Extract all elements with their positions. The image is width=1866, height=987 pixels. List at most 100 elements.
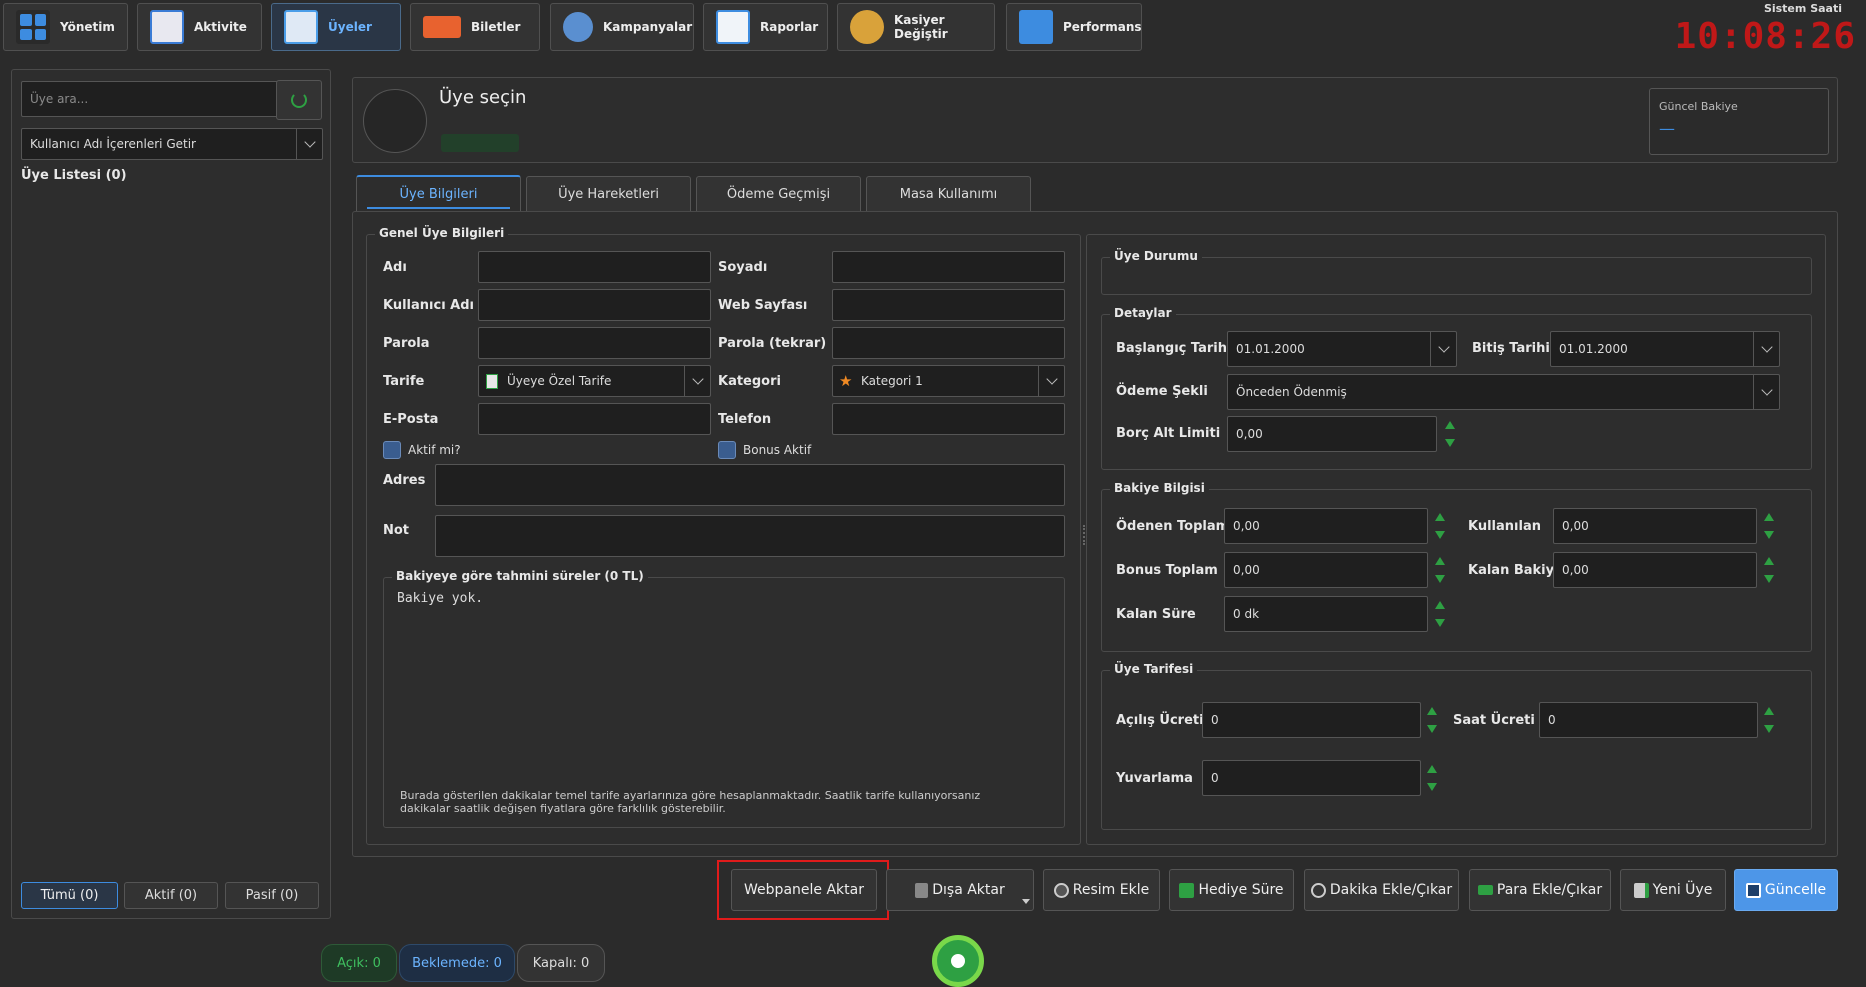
- end-date-picker[interactable]: 01.01.2000: [1550, 331, 1780, 367]
- remaining-balance-field[interactable]: 0,00: [1553, 552, 1757, 588]
- nav-uyeler-button[interactable]: Üyeler: [271, 3, 401, 51]
- search-filter-value: Kullanıcı Adı İçerenleri Getir: [30, 137, 196, 151]
- export-button[interactable]: Dışa Aktar: [886, 869, 1034, 911]
- opening-fee-label: Açılış Ücreti: [1116, 713, 1204, 728]
- used-value: 0,00: [1562, 519, 1589, 533]
- closed-count-badge: Kapalı: 0: [517, 944, 605, 982]
- name-field[interactable]: [478, 251, 711, 283]
- logo-inner: [947, 950, 969, 972]
- dropdown-arrow-icon: [1022, 899, 1030, 904]
- phone-label: Telefon: [718, 412, 772, 427]
- nav-label: Kasiyer Değiştir: [894, 13, 948, 41]
- tab-payment-history[interactable]: Ödeme Geçmişi: [696, 176, 861, 211]
- note-field[interactable]: [435, 515, 1065, 557]
- details-group: Detaylar Başlangıç Tarihi 01.01.2000 Bit…: [1101, 306, 1812, 470]
- debt-limit-field[interactable]: 0,00: [1227, 416, 1437, 452]
- balance-info-title: Bakiye Bilgisi: [1110, 481, 1209, 495]
- export-label: Dışa Aktar: [932, 882, 1005, 898]
- paid-total-stepper[interactable]: [1432, 510, 1448, 542]
- bonus-total-stepper[interactable]: [1432, 554, 1448, 586]
- tab-member-activity[interactable]: Üye Hareketleri: [526, 176, 691, 211]
- tab-label: Masa Kullanımı: [899, 186, 998, 202]
- tariff-value: Üyeye Özel Tarife: [507, 374, 612, 388]
- nav-kasiyer-button[interactable]: Kasiyer Değiştir: [837, 3, 995, 51]
- payment-method-select[interactable]: Önceden Ödenmiş: [1227, 374, 1780, 410]
- search-input[interactable]: Üye ara...: [21, 81, 279, 117]
- remaining-time-value: 0 dk: [1233, 607, 1260, 621]
- minutes-add-remove-button[interactable]: Dakika Ekle/Çıkar: [1304, 869, 1459, 911]
- surname-field[interactable]: [832, 251, 1065, 283]
- refresh-button[interactable]: [276, 80, 322, 120]
- password-label: Parola: [383, 336, 430, 351]
- start-date-value: 01.01.2000: [1236, 342, 1305, 356]
- rounding-field[interactable]: 0: [1202, 760, 1421, 796]
- bonus-total-label: Bonus Toplam: [1116, 563, 1218, 578]
- opening-fee-value: 0: [1211, 713, 1219, 727]
- website-field[interactable]: [832, 289, 1065, 321]
- remaining-time-stepper[interactable]: [1432, 598, 1448, 630]
- debt-limit-stepper[interactable]: [1442, 418, 1458, 450]
- password-repeat-field[interactable]: [832, 327, 1065, 359]
- nav-performans-button[interactable]: Performans: [1006, 3, 1142, 51]
- report-icon: [716, 10, 750, 44]
- app-logo: [932, 935, 984, 987]
- nav-yonetim-button[interactable]: Yönetim: [3, 3, 128, 51]
- nav-raporlar-button[interactable]: Raporlar: [703, 3, 828, 51]
- update-button[interactable]: Güncelle: [1734, 869, 1838, 911]
- filter-all-button[interactable]: Tümü (0): [21, 882, 118, 909]
- phone-field[interactable]: [832, 403, 1065, 435]
- new-member-button[interactable]: Yeni Üye: [1620, 869, 1726, 911]
- category-select[interactable]: ★ Kategori 1: [832, 365, 1065, 397]
- start-date-picker[interactable]: 01.01.2000: [1227, 331, 1457, 367]
- email-field[interactable]: [478, 403, 711, 435]
- address-field[interactable]: [435, 464, 1065, 506]
- password-repeat-label: Parola (tekrar): [718, 336, 827, 351]
- gift-time-button[interactable]: Hediye Süre: [1169, 869, 1294, 911]
- used-stepper[interactable]: [1761, 510, 1777, 542]
- tab-label: Üye Hareketleri: [558, 186, 659, 202]
- paid-total-value: 0,00: [1233, 519, 1260, 533]
- tariff-select[interactable]: Üyeye Özel Tarife: [478, 365, 711, 397]
- remaining-time-field[interactable]: 0 dk: [1224, 596, 1428, 632]
- chevron-down-icon: [1430, 332, 1456, 366]
- used-field[interactable]: 0,00: [1553, 508, 1757, 544]
- arrow-up-icon: [1764, 513, 1774, 521]
- rounding-stepper[interactable]: [1424, 762, 1440, 794]
- opening-fee-field[interactable]: 0: [1202, 702, 1421, 738]
- paid-total-field[interactable]: 0,00: [1224, 508, 1428, 544]
- filter-passive-label: Pasif (0): [245, 888, 299, 903]
- note-label: Not: [383, 523, 410, 538]
- nav-kampanyalar-button[interactable]: Kampanyalar: [550, 3, 694, 51]
- debt-limit-label: Borç Alt Limiti: [1116, 426, 1221, 441]
- opening-fee-stepper[interactable]: [1424, 704, 1440, 736]
- add-image-button[interactable]: Resim Ekle: [1043, 869, 1160, 911]
- filter-active-button[interactable]: Aktif (0): [124, 882, 218, 909]
- used-label: Kullanılan: [1468, 519, 1541, 534]
- chevron-down-icon: [1753, 375, 1779, 409]
- document-icon: [486, 374, 498, 389]
- bonus-checkbox[interactable]: [718, 441, 736, 459]
- active-checkbox[interactable]: [383, 441, 401, 459]
- hourly-fee-label: Saat Ücreti: [1453, 713, 1535, 728]
- arrow-down-icon: [1435, 531, 1445, 539]
- webpanel-export-button[interactable]: Webpanele Aktar: [731, 869, 877, 911]
- hourly-fee-field[interactable]: 0: [1539, 702, 1758, 738]
- nav-aktivite-button[interactable]: Aktivite: [137, 3, 262, 51]
- filter-passive-button[interactable]: Pasif (0): [225, 882, 319, 909]
- tab-member-info[interactable]: Üye Bilgileri: [356, 175, 521, 211]
- search-filter-select[interactable]: Kullanıcı Adı İçerenleri Getir: [21, 128, 323, 160]
- remaining-balance-label: Kalan Bakiye: [1468, 563, 1563, 578]
- arrow-down-icon: [1764, 725, 1774, 733]
- tab-table-usage[interactable]: Masa Kullanımı: [866, 176, 1031, 211]
- end-date-value: 01.01.2000: [1559, 342, 1628, 356]
- hourly-fee-stepper[interactable]: [1761, 704, 1777, 736]
- username-field[interactable]: [478, 289, 711, 321]
- money-add-remove-button[interactable]: Para Ekle/Çıkar: [1469, 869, 1611, 911]
- password-field[interactable]: [478, 327, 711, 359]
- nav-label: Yönetim: [60, 20, 115, 34]
- remaining-balance-stepper[interactable]: [1761, 554, 1777, 586]
- start-date-label: Başlangıç Tarihi: [1116, 341, 1232, 356]
- arrow-up-icon: [1435, 601, 1445, 609]
- nav-biletler-button[interactable]: Biletler: [410, 3, 540, 51]
- bonus-total-field[interactable]: 0,00: [1224, 552, 1428, 588]
